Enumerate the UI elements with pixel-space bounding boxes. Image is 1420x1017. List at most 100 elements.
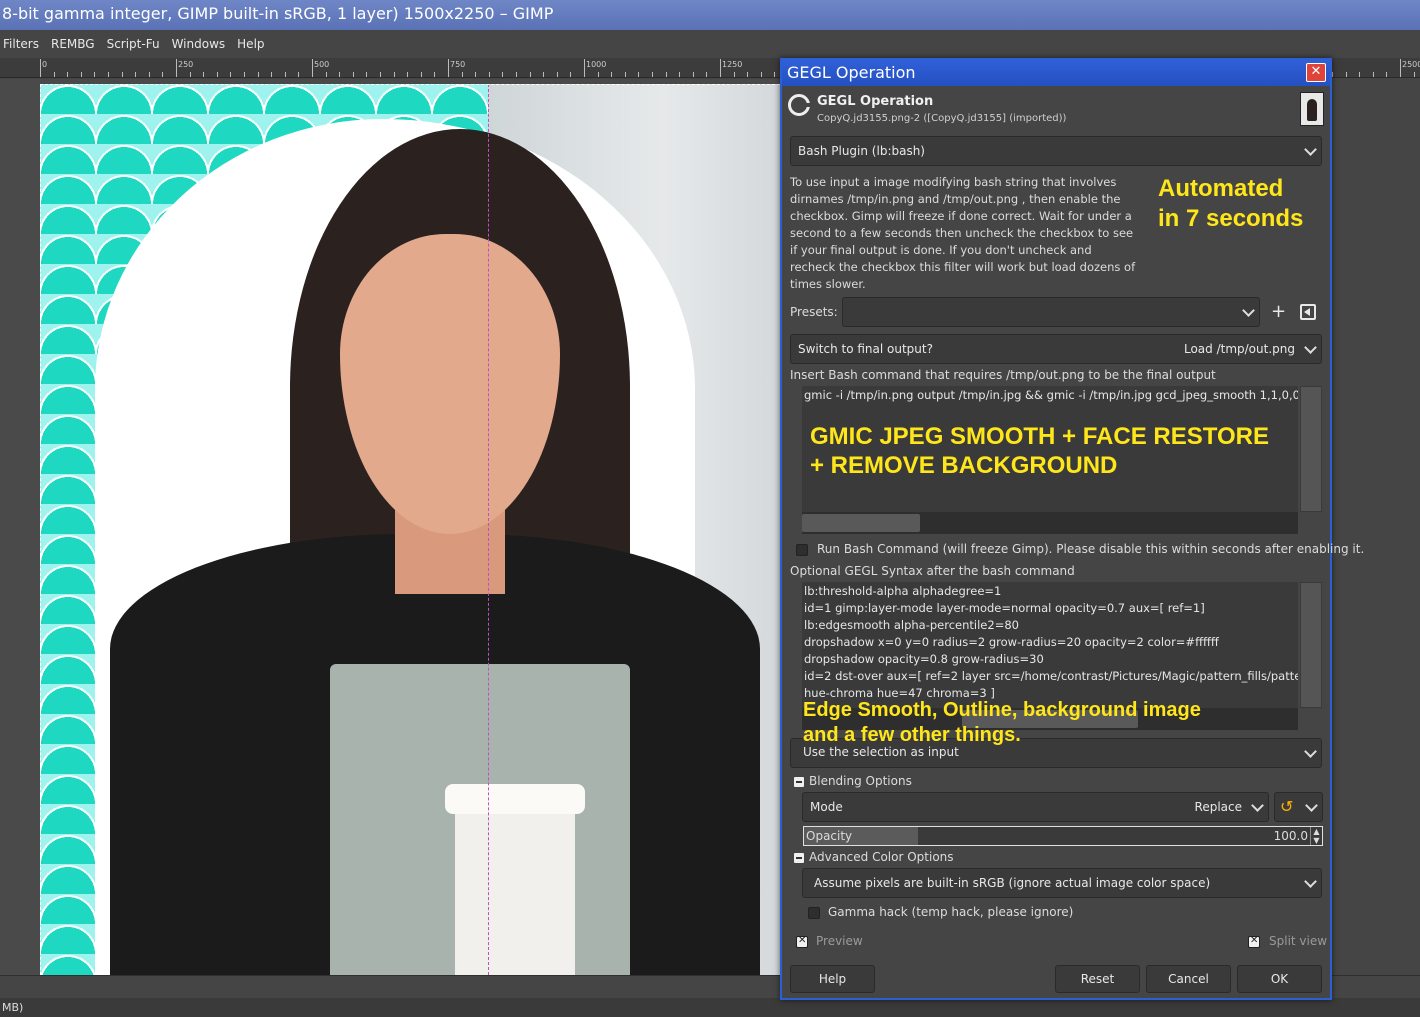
- split-view-label[interactable]: Split view: [1269, 934, 1327, 948]
- ruler-tick: [366, 72, 367, 77]
- ruler-tick: [747, 72, 748, 77]
- header-title: GEGL Operation: [817, 94, 934, 109]
- ruler-label-2500: 2500: [1402, 60, 1420, 69]
- plus-icon[interactable]: +: [1271, 303, 1286, 321]
- dialog-title: GEGL Operation: [787, 63, 916, 82]
- reset-button[interactable]: Reset: [1055, 965, 1140, 993]
- chevron-down-icon: [1251, 799, 1264, 812]
- ruler-label-250: 250: [178, 60, 194, 69]
- color-space-value: Assume pixels are built-in sRGB (ignore …: [814, 876, 1211, 890]
- switch-output-select[interactable]: Switch to final output? Load /tmp/out.pn…: [790, 334, 1322, 364]
- ruler-tick: [1373, 72, 1374, 77]
- ruler-tick: [135, 72, 136, 77]
- menu-help[interactable]: Help: [237, 37, 264, 51]
- ruler-tick: [1332, 72, 1333, 77]
- ruler-tick: [489, 72, 490, 77]
- operation-select[interactable]: Bash Plugin (lb:bash): [790, 136, 1322, 166]
- chevron-down-icon: [1242, 304, 1255, 317]
- preset-menu-icon[interactable]: [1300, 304, 1316, 320]
- switch-output-label: Switch to final output?: [798, 342, 933, 356]
- run-bash-label[interactable]: Run Bash Command (will freeze Gimp). Ple…: [817, 542, 1364, 556]
- gegl-logo-icon: [788, 94, 810, 116]
- ruler-tick: [81, 72, 82, 77]
- reset-mode-button[interactable]: ↺: [1274, 792, 1323, 822]
- ruler-tick: [1386, 72, 1387, 77]
- gamma-hack-label[interactable]: Gamma hack (temp hack, please ignore): [828, 905, 1073, 919]
- ruler-tick: [516, 72, 517, 77]
- ruler-label-500: 500: [314, 60, 330, 69]
- overlay-edge-line1: Edge Smooth, Outline, background image: [803, 699, 1201, 721]
- ruler-tick: [611, 72, 612, 77]
- gegl-line: id=2 dst-over aux=[ ref=2 layer src=/hom…: [804, 669, 1298, 683]
- gegl-vertical-scrollbar[interactable]: [1300, 582, 1322, 708]
- ruler-tick: [230, 72, 231, 77]
- ruler-tick: [462, 72, 463, 77]
- ok-button[interactable]: OK: [1237, 965, 1322, 993]
- blending-options-label[interactable]: Blending Options: [809, 774, 912, 788]
- run-bash-checkbox[interactable]: [796, 544, 808, 556]
- ruler-tick: [652, 72, 653, 77]
- status-text: MB): [2, 1001, 24, 1014]
- split-view-checkbox[interactable]: [1248, 935, 1260, 948]
- gegl-syntax-textarea[interactable]: lb:threshold-alpha alphadegree=1 id=1 gi…: [802, 582, 1298, 708]
- ruler-tick: [598, 72, 599, 77]
- ruler-tick: [149, 72, 150, 77]
- preview-checkbox[interactable]: [796, 935, 808, 948]
- bash-command-label: Insert Bash command that requires /tmp/o…: [790, 368, 1216, 382]
- ruler-tick: [734, 72, 735, 77]
- dialog-titlebar[interactable]: GEGL Operation ✕: [782, 60, 1330, 86]
- image-canvas[interactable]: [40, 84, 780, 975]
- chevron-down-icon: [1304, 143, 1317, 156]
- ruler-tick: [407, 72, 408, 77]
- presets-label: Presets:: [790, 305, 838, 319]
- mode-select[interactable]: Mode Replace: [802, 792, 1269, 822]
- menu-rembg[interactable]: REMBG: [51, 37, 95, 51]
- gegl-line: lb:threshold-alpha alphadegree=1: [804, 584, 1002, 598]
- gegl-line: id=1 gimp:layer-mode layer-mode=normal o…: [804, 601, 1205, 615]
- color-space-select[interactable]: Assume pixels are built-in sRGB (ignore …: [802, 868, 1322, 898]
- ruler-tick: [326, 72, 327, 77]
- cancel-button[interactable]: Cancel: [1146, 965, 1231, 993]
- gegl-operation-dialog: GEGL Operation ✕ GEGL Operation CopyQ.jd…: [780, 58, 1364, 1000]
- reset-arrow-icon: ↺: [1280, 797, 1294, 816]
- mode-value: Replace: [1194, 800, 1242, 814]
- menu-script-fu[interactable]: Script-Fu: [107, 37, 160, 51]
- ruler-tick: [217, 72, 218, 77]
- ruler-tick: [176, 59, 177, 77]
- ruler-label-1250: 1250: [722, 60, 743, 69]
- chevron-down-icon: [1304, 875, 1317, 888]
- help-button[interactable]: Help: [790, 965, 875, 993]
- selection-border-top: [40, 84, 780, 85]
- gegl-syntax-label: Optional GEGL Syntax after the bash comm…: [790, 564, 1075, 578]
- menu-windows[interactable]: Windows: [172, 37, 226, 51]
- presets-select[interactable]: [842, 297, 1260, 327]
- bash-scroll-thumb[interactable]: [802, 514, 920, 532]
- overlay-automated-line1: Automated: [1158, 175, 1284, 202]
- overlay-gmic-line1: GMIC JPEG SMOOTH + FACE RESTORE: [810, 423, 1269, 450]
- collapse-icon[interactable]: [794, 777, 804, 787]
- opacity-slider[interactable]: Opacity 100.0 ▲ ▼: [803, 826, 1323, 846]
- ruler-tick: [557, 72, 558, 77]
- gamma-hack-checkbox[interactable]: [808, 907, 820, 919]
- bash-horizontal-scrollbar[interactable]: [802, 512, 1298, 534]
- ruler-tick: [353, 72, 354, 77]
- gegl-line: dropshadow x=0 y=0 radius=2 grow-radius=…: [804, 635, 1219, 649]
- ruler-tick: [339, 72, 340, 77]
- ruler-tick: [258, 72, 259, 77]
- canvas-area[interactable]: [0, 79, 780, 975]
- collapse-icon[interactable]: [794, 853, 804, 863]
- ruler-tick: [434, 72, 435, 77]
- advanced-color-label[interactable]: Advanced Color Options: [809, 850, 954, 864]
- ruler-tick: [1359, 72, 1360, 77]
- ruler-tick: [774, 72, 775, 77]
- operation-select-value: Bash Plugin (lb:bash): [798, 144, 925, 158]
- menu-filters[interactable]: Filters: [3, 37, 39, 51]
- bash-vertical-scrollbar[interactable]: [1300, 386, 1322, 512]
- close-icon[interactable]: ✕: [1306, 63, 1326, 82]
- ruler-tick: [679, 72, 680, 77]
- bash-command-text: gmic -i /tmp/in.png output /tmp/in.jpg &…: [804, 388, 1298, 402]
- coffee-cup: [455, 794, 575, 975]
- opacity-spin-icon[interactable]: ▲ ▼: [1310, 827, 1322, 845]
- preview-label[interactable]: Preview: [816, 934, 863, 948]
- status-bar-info: MB): [0, 998, 1420, 1017]
